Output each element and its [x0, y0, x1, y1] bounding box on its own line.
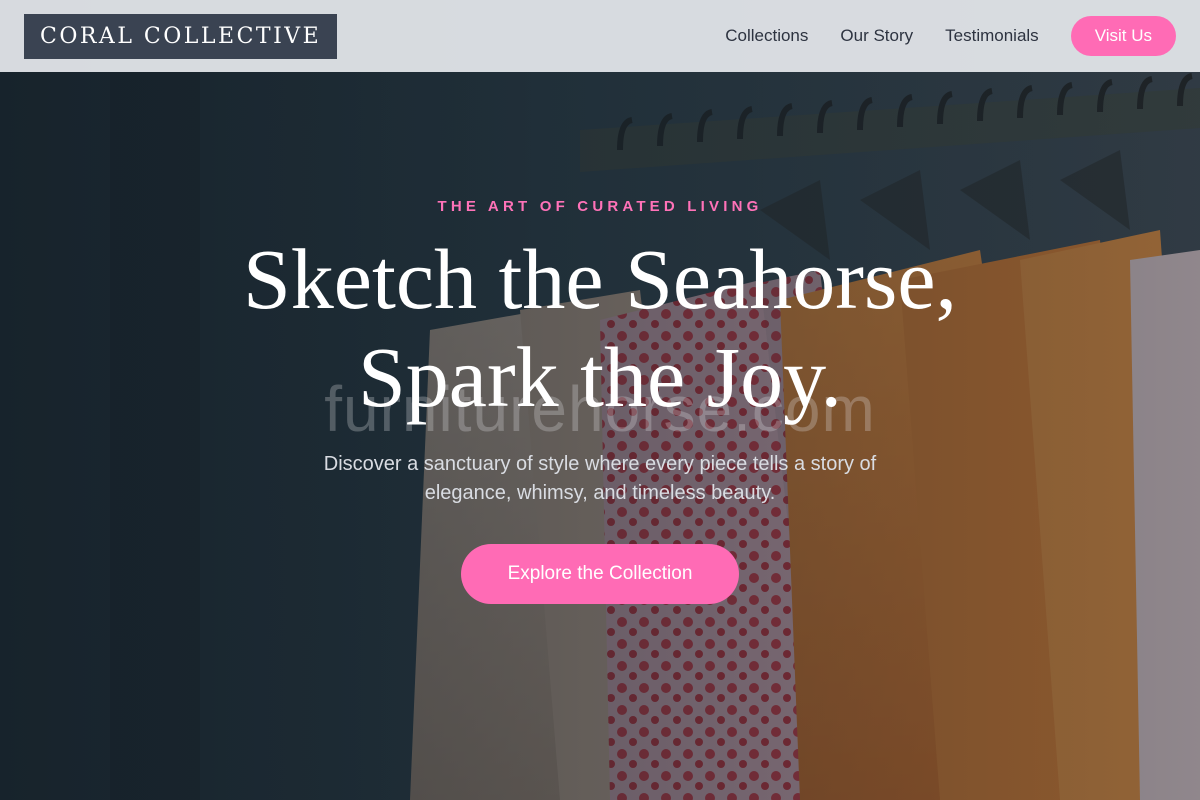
nav-links: Collections Our Story Testimonials Visit…	[725, 16, 1176, 56]
hero-headline: Sketch the Seahorse, Spark the Joy.	[0, 230, 1200, 426]
explore-collection-button[interactable]: Explore the Collection	[461, 544, 739, 604]
visit-us-button[interactable]: Visit Us	[1070, 16, 1176, 56]
headline-line-2: Spark the Joy.	[357, 329, 843, 425]
nav-link-testimonials[interactable]: Testimonials	[945, 26, 1039, 46]
hero-subtitle: Discover a sanctuary of style where ever…	[323, 453, 877, 504]
headline-line-1: Sketch the Seahorse,	[242, 231, 958, 327]
nav-link-collections[interactable]: Collections	[725, 26, 808, 46]
brand-logo[interactable]: CORAL COLLECTIVE	[24, 13, 338, 59]
hero-content: THE ART OF CURATED LIVING furniturehorse…	[0, 0, 1200, 800]
hero-eyebrow: THE ART OF CURATED LIVING	[437, 198, 763, 215]
nav-link-our-story[interactable]: Our Story	[840, 26, 913, 46]
top-navbar: CORAL COLLECTIVE Collections Our Story T…	[0, 0, 1200, 72]
